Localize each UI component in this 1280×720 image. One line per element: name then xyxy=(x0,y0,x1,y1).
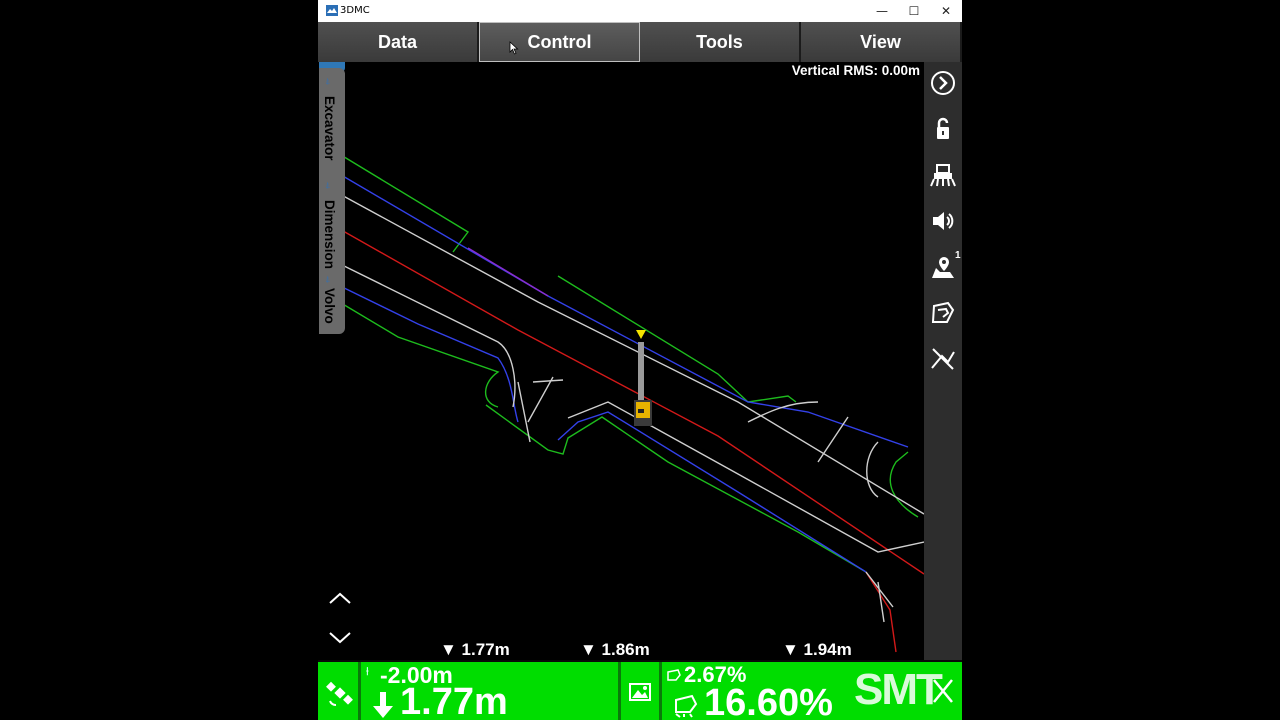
lane-line-blue-south xyxy=(335,283,519,423)
curb-tick-white xyxy=(532,379,564,383)
bucket-slope-icon xyxy=(675,694,698,718)
divider xyxy=(358,662,361,720)
tab-separator-icon: ⍋ xyxy=(325,180,331,190)
minimize-button[interactable]: — xyxy=(866,0,898,22)
vertical-rms-readout: Vertical RMS: 0.00m xyxy=(791,63,920,78)
divider xyxy=(618,662,621,720)
right-toolbar: 1 xyxy=(924,62,962,660)
watermark: SMT xyxy=(854,665,943,714)
dim-right: ▼ 1.94m xyxy=(782,640,852,659)
maximize-button[interactable]: ☐ xyxy=(898,0,930,22)
no-design-icon[interactable] xyxy=(930,346,956,372)
slope-large-value: 16.60% xyxy=(704,682,833,720)
speaker-icon[interactable] xyxy=(930,208,956,234)
unlock-icon[interactable] xyxy=(930,116,956,142)
app-logo-icon xyxy=(326,5,338,16)
image-gallery-icon[interactable] xyxy=(627,681,653,703)
menu-tools[interactable]: Tools xyxy=(640,22,801,62)
curb-tick-white xyxy=(877,581,885,623)
tab-dimension[interactable]: Dimension xyxy=(322,200,337,269)
mouse-cursor-icon xyxy=(509,41,519,55)
satellite-icon[interactable] xyxy=(326,679,354,707)
tab-excavator[interactable]: Excavator xyxy=(322,96,337,161)
main-menu: Data Control Tools View xyxy=(318,22,962,62)
small-bucket-icon xyxy=(667,669,681,681)
map-pin-icon[interactable] xyxy=(930,254,956,280)
excavator-icon xyxy=(634,330,652,426)
tab-separator-icon: ⍋ xyxy=(325,76,331,86)
cut-fill-value: 1.77m xyxy=(400,681,508,720)
window-title: 3DMC xyxy=(340,5,370,16)
scroll-up-icon[interactable] xyxy=(328,590,352,606)
centerline-red xyxy=(335,226,924,575)
antenna-icon[interactable] xyxy=(930,676,956,706)
map-pin-badge: 1 xyxy=(955,250,961,261)
dim-center: ▼ 1.86m xyxy=(580,640,650,659)
lane-line-blue-north xyxy=(335,171,909,448)
close-button[interactable]: ✕ xyxy=(930,0,962,22)
lane-line-purple xyxy=(467,247,549,297)
lane-line-blue-south xyxy=(557,411,867,573)
edge-line-green-south xyxy=(335,299,500,408)
divider xyxy=(659,662,662,720)
plan-view-map[interactable] xyxy=(318,62,924,660)
curb-tick-white xyxy=(527,376,554,423)
app-window: 3DMC — ☐ ✕ Data Control Tools View Verti… xyxy=(318,0,962,720)
edge-line-green-south xyxy=(485,404,867,573)
offset-icon: ⍿ xyxy=(366,666,369,678)
title-bar: 3DMC — ☐ ✕ xyxy=(318,0,962,22)
cut-down-arrow-icon xyxy=(373,692,393,718)
menu-data[interactable]: Data xyxy=(318,22,479,62)
tab-separator-icon: ⍋ xyxy=(325,274,331,284)
bottom-status-bar: ⍿ -2.00m 1.77m 2.67% 16.60% SMT xyxy=(318,660,962,720)
machine-icon[interactable] xyxy=(930,162,956,188)
pavement-edge-white xyxy=(335,191,924,515)
menu-view[interactable]: View xyxy=(801,22,962,62)
tab-volvo[interactable]: Volvo xyxy=(322,288,337,324)
pavement-edge-white xyxy=(567,401,924,553)
dim-left: ▼ 1.77m xyxy=(440,640,510,659)
pavement-edge-white xyxy=(866,441,879,498)
pavement-edge-white xyxy=(335,261,516,408)
bucket-icon[interactable] xyxy=(930,300,956,326)
edge-line-green-north xyxy=(557,275,797,403)
dimension-readouts: ▼ 1.77m ▼ 1.86m ▼ 1.94m xyxy=(318,638,924,660)
menu-control[interactable]: Control xyxy=(479,22,640,62)
chevron-right-circle-icon[interactable] xyxy=(930,70,956,96)
curb-tick-white xyxy=(817,416,849,463)
side-tab-strip: ⍋ Excavator ⍋ Dimension ⍋ Volvo xyxy=(319,68,345,334)
